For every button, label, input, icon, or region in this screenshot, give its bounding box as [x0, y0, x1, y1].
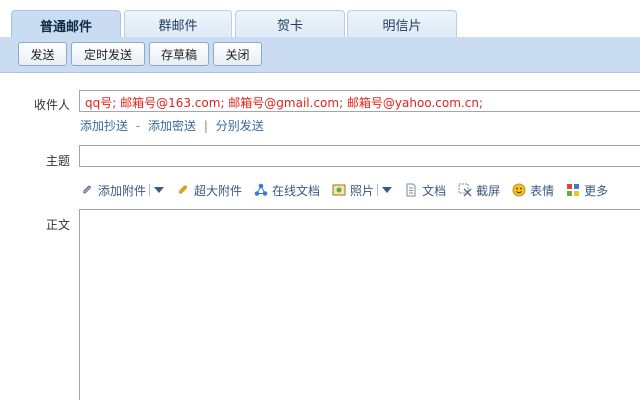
divider: [149, 184, 151, 196]
add-attachment-label: 添加附件: [98, 183, 147, 198]
add-bcc-link[interactable]: 添加密送: [148, 119, 196, 133]
chevron-down-icon[interactable]: [382, 187, 393, 193]
tab-bar: 普通邮件 群邮件 贺卡 明信片: [0, 0, 640, 39]
scheduled-send-button[interactable]: 定时发送: [71, 42, 145, 66]
online-doc-label: 在线文档: [272, 183, 321, 198]
compose-toolbar: 发送 定时发送 存草稿 关闭: [0, 37, 640, 73]
left-strip: [0, 73, 12, 400]
tab-group-mail[interactable]: 群邮件: [124, 10, 232, 38]
pipe-separator: |: [203, 119, 208, 133]
share-nodes-icon: [254, 183, 268, 196]
photo-button[interactable]: 照片: [332, 182, 393, 199]
large-attachment-label: 超大附件: [194, 183, 243, 198]
more-button[interactable]: 更多: [566, 182, 608, 199]
separate-send-link[interactable]: 分别发送: [216, 119, 264, 133]
body-label: 正文: [45, 218, 70, 232]
paperclip-icon: [83, 185, 91, 194]
screenshot-button[interactable]: 截屏: [458, 182, 500, 199]
divider: [377, 184, 379, 196]
tab-greeting-card[interactable]: 贺卡: [235, 10, 345, 38]
send-button[interactable]: 发送: [18, 42, 67, 66]
tab-normal-mail[interactable]: 普通邮件: [11, 10, 121, 39]
dash-separator: -: [135, 119, 141, 133]
recipient-options: 添加抄送 - 添加密送 | 分别发送: [80, 117, 264, 134]
add-attachment-button[interactable]: 添加附件: [80, 182, 165, 199]
to-field[interactable]: qq号; 邮箱号@163.com; 邮箱号@gmail.com; 邮箱号@yah…: [79, 90, 640, 112]
subject-field[interactable]: [79, 145, 640, 167]
online-doc-button[interactable]: 在线文档: [254, 182, 320, 199]
to-value: qq号; 邮箱号@163.com; 邮箱号@gmail.com; 邮箱号@yah…: [85, 96, 483, 110]
to-label: 收件人: [33, 98, 70, 112]
document-label: 文档: [422, 183, 447, 198]
save-draft-button[interactable]: 存草稿: [149, 42, 209, 66]
close-button[interactable]: 关闭: [213, 42, 262, 66]
subject-label: 主题: [45, 154, 70, 168]
attachment-toolbar: 添加附件 超大附件 在线文档 照片 文档 截屏 表情 更多: [80, 180, 640, 200]
body-editor[interactable]: [79, 209, 640, 400]
emoji-button[interactable]: 表情: [512, 182, 554, 199]
more-label: 更多: [584, 183, 609, 198]
large-attachment-button[interactable]: 超大附件: [176, 182, 242, 199]
tab-postcard[interactable]: 明信片: [347, 10, 457, 38]
large-paperclip-icon: [178, 185, 188, 194]
grid-icon: [567, 184, 580, 196]
smiley-icon: [512, 183, 526, 197]
scissors-icon: [458, 183, 472, 197]
emoji-label: 表情: [530, 183, 555, 198]
document-icon: [406, 183, 416, 197]
photo-icon: [332, 184, 346, 196]
add-cc-link[interactable]: 添加抄送: [80, 119, 128, 133]
document-button[interactable]: 文档: [404, 182, 446, 199]
chevron-down-icon[interactable]: [154, 187, 165, 193]
screenshot-label: 截屏: [476, 183, 501, 198]
photo-label: 照片: [350, 183, 375, 198]
